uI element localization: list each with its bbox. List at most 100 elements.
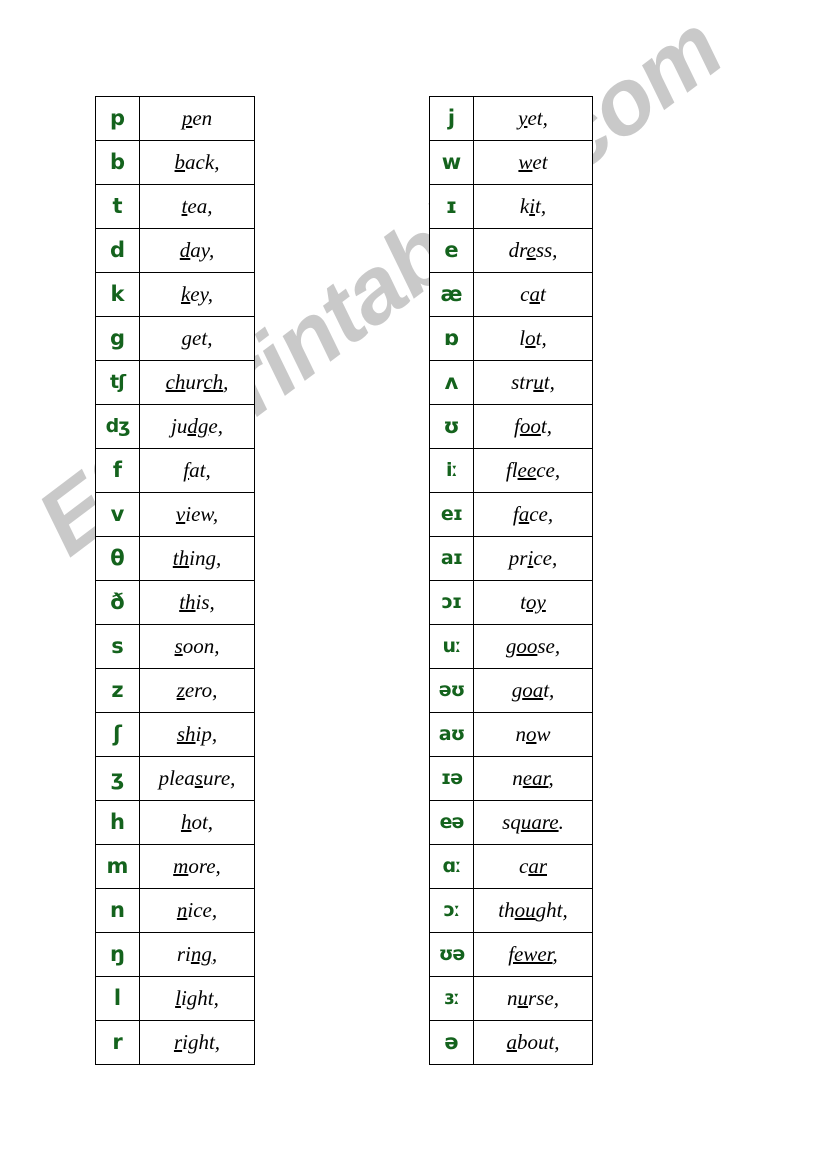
table-row: ə about, [429,1020,593,1065]
ipa-symbol-cell: aɪ [429,536,474,581]
ipa-symbol-cell: eə [429,800,474,845]
table-row: ʌ strut, [429,360,593,405]
table-row: p pen [95,96,255,141]
table-row: ʊə fewer, [429,932,593,977]
table-row: eə square. [429,800,593,845]
ipa-symbol-cell: ŋ [95,932,140,977]
ipa-symbol-cell: ɑː [429,844,474,889]
table-row: d day, [95,228,255,273]
ipa-symbol-cell: tʃ [95,360,140,405]
ipa-symbol-cell: t [95,184,140,229]
table-row: w wet [429,140,593,185]
consonant-table-body: p pen b back, t tea, d day, k key, g get, tʃ church, d… [95,96,255,1065]
ipa-symbol-cell: w [429,140,474,185]
table-row: ɑː car [429,844,593,889]
example-word-cell: square. [473,800,593,845]
ipa-symbol-cell: f [95,448,140,493]
table-row: ɔɪ toy [429,580,593,625]
example-word-cell: get, [139,316,255,361]
ipa-symbol-cell: b [95,140,140,185]
consonant-ipa-table: p pen b back, t tea, d day, k key, g get, tʃ church, d… [95,96,255,1065]
table-row: m more, [95,844,255,889]
table-row: eɪ face, [429,492,593,537]
example-word-cell: day, [139,228,255,273]
example-word-cell: car [473,844,593,889]
table-row: s soon, [95,624,255,669]
table-row: ɪ kit, [429,184,593,229]
example-word-cell: fat, [139,448,255,493]
ipa-symbol-cell: ɒ [429,316,474,361]
table-row: əʊ goat, [429,668,593,713]
ipa-symbol-cell: g [95,316,140,361]
table-row: θ thing, [95,536,255,581]
example-word-cell: view, [139,492,255,537]
example-word-cell: church, [139,360,255,405]
table-row: g get, [95,316,255,361]
ipa-symbol-cell: eɪ [429,492,474,537]
example-word-cell: nurse, [473,976,593,1021]
ipa-symbol-cell: ʌ [429,360,474,405]
ipa-symbol-cell: ɔɪ [429,580,474,625]
example-word-cell: goat, [473,668,593,713]
example-word-cell: near, [473,756,593,801]
example-word-cell: lot, [473,316,593,361]
example-word-cell: foot, [473,404,593,449]
table-row: aɪ price, [429,536,593,581]
example-word-cell: soon, [139,624,255,669]
example-word-cell: thought, [473,888,593,933]
example-word-cell: this, [139,580,255,625]
example-word-cell: price, [473,536,593,581]
ipa-symbol-cell: j [429,96,474,141]
table-row: l light, [95,976,255,1021]
table-row: dʒ judge, [95,404,255,449]
ipa-symbol-cell: æ [429,272,474,317]
table-row: æ cat [429,272,593,317]
example-word-cell: light, [139,976,255,1021]
example-word-cell: fewer, [473,932,593,977]
example-word-cell: thing, [139,536,255,581]
example-word-cell: about, [473,1020,593,1065]
table-row: ʃ ship, [95,712,255,757]
ipa-symbol-cell: ʊ [429,404,474,449]
table-row: r right, [95,1020,255,1065]
example-word-cell: now [473,712,593,757]
example-word-cell: yet, [473,96,593,141]
ipa-symbol-cell: iː [429,448,474,493]
ipa-symbol-cell: r [95,1020,140,1065]
table-row: ɔː thought, [429,888,593,933]
table-row: h hot, [95,800,255,845]
table-row: j yet, [429,96,593,141]
table-row: ð this, [95,580,255,625]
ipa-symbol-cell: l [95,976,140,1021]
ipa-symbol-cell: z [95,668,140,713]
ipa-symbol-cell: ʃ [95,712,140,757]
example-word-cell: kit, [473,184,593,229]
ipa-symbol-cell: h [95,800,140,845]
table-row: f fat, [95,448,255,493]
ipa-symbol-cell: d [95,228,140,273]
ipa-symbol-cell: p [95,96,140,141]
table-row: b back, [95,140,255,185]
table-row: aʊ now [429,712,593,757]
example-word-cell: dress, [473,228,593,273]
table-row: ʊ foot, [429,404,593,449]
ipa-symbol-cell: e [429,228,474,273]
ipa-symbol-cell: ə [429,1020,474,1065]
ipa-symbol-cell: ɪ [429,184,474,229]
example-word-cell: goose, [473,624,593,669]
example-word-cell: more, [139,844,255,889]
table-row: ʒ pleasure, [95,756,255,801]
ipa-symbol-cell: ʊə [429,932,474,977]
vowel-table-body: j yet, w wet ɪ kit, e dress, æ cat ɒ lot, ʌ strut, ʊ fo… [429,96,593,1065]
example-word-cell: strut, [473,360,593,405]
example-word-cell: zero, [139,668,255,713]
example-word-cell: key, [139,272,255,317]
example-word-cell: fleece, [473,448,593,493]
example-word-cell: toy [473,580,593,625]
example-word-cell: back, [139,140,255,185]
example-word-cell: ring, [139,932,255,977]
example-word-cell: hot, [139,800,255,845]
table-row: t tea, [95,184,255,229]
example-word-cell: ship, [139,712,255,757]
vowel-ipa-table: j yet, w wet ɪ kit, e dress, æ cat ɒ lot, ʌ strut, ʊ fo… [429,96,593,1065]
